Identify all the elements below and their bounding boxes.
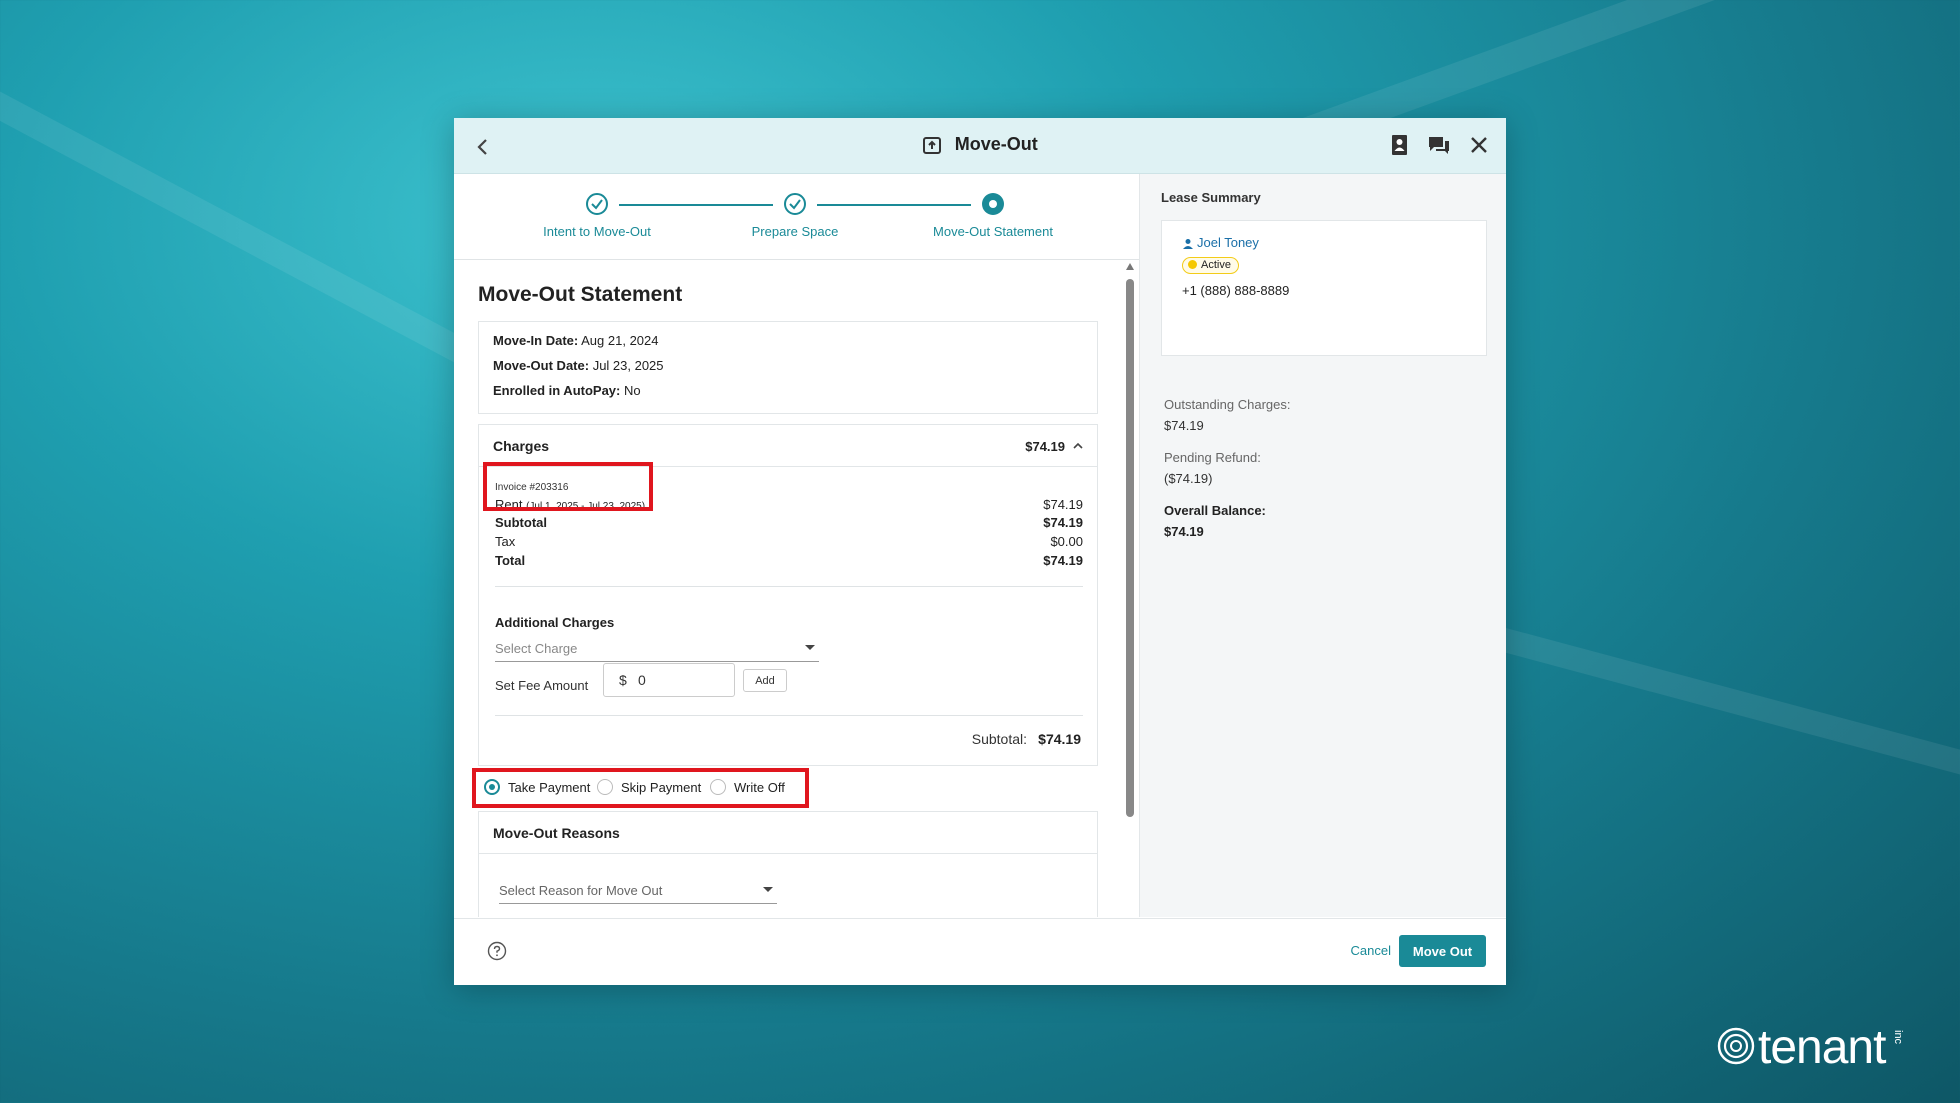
current-step-icon (981, 192, 1005, 216)
tenant-phone: +1 (888) 888-8889 (1182, 283, 1290, 298)
modal-title: Move-Out (954, 134, 1038, 154)
charges-header-total: $74.19 (1025, 439, 1065, 454)
tenant-inc-logo: tenant inc (1716, 1020, 1916, 1074)
move-out-value: Jul 23, 2025 (592, 358, 664, 373)
progress-stepper: Intent to Move-Out Prepare Space Move-Ou… (454, 174, 1139, 260)
step-statement[interactable]: Move-Out Statement (913, 192, 1073, 239)
dollar-sign: $ (619, 672, 627, 688)
caret-down-icon (763, 887, 773, 892)
close-icon[interactable] (1466, 132, 1492, 158)
step-intent[interactable]: Intent to Move-Out (517, 192, 677, 239)
step-prepare[interactable]: Prepare Space (715, 192, 875, 239)
footer-subtotal-value: $74.19 (1038, 731, 1081, 747)
caret-down-icon (805, 645, 815, 650)
select-charge-placeholder: Select Charge (495, 641, 578, 656)
statement-scroll-area[interactable]: Move-Out Statement Move-In Date: Aug 21,… (454, 261, 1139, 917)
divider (495, 586, 1083, 587)
status-text: Active (1201, 259, 1231, 271)
autopay-value: No (623, 383, 641, 398)
modal-header: Move-Out (454, 118, 1506, 174)
subtotal-label: Subtotal (495, 515, 547, 530)
autopay-label: Enrolled in AutoPay: (493, 383, 621, 398)
tax-amount: $0.00 (1050, 534, 1083, 549)
overall-balance-label: Overall Balance: (1164, 503, 1266, 518)
modal-title-group: Move-Out (454, 134, 1506, 155)
move-in-row: Move-In Date: Aug 21, 2024 (493, 333, 659, 348)
tenant-name-link[interactable]: Joel Toney (1182, 235, 1259, 250)
chat-icon[interactable] (1426, 132, 1452, 158)
rent-amount: $74.19 (1043, 497, 1083, 512)
lease-summary-panel: Lease Summary Joel Toney Active +1 (888)… (1139, 174, 1506, 917)
move-out-button[interactable]: Move Out (1399, 935, 1486, 967)
scroll-up-arrow-icon[interactable] (1126, 263, 1134, 270)
logo-wordmark: tenant (1758, 1021, 1886, 1074)
pending-refund-label: Pending Refund: (1164, 450, 1261, 465)
status-dot (1188, 259, 1197, 269)
outstanding-value: $74.19 (1164, 418, 1204, 433)
step-label: Move-Out Statement (933, 224, 1053, 239)
move-out-row: Move-Out Date: Jul 23, 2025 (493, 358, 664, 373)
tenant-name: Joel Toney (1197, 235, 1259, 250)
tax-row: Tax $0.00 (495, 534, 1083, 549)
main-panel: Intent to Move-Out Prepare Space Move-Ou… (454, 174, 1139, 917)
lease-summary-title: Lease Summary (1161, 190, 1261, 205)
tenant-card: Joel Toney Active +1 (888) 888-8889 (1161, 220, 1487, 356)
scrollbar-thumb[interactable] (1126, 279, 1134, 817)
box-arrow-icon (922, 135, 942, 155)
tax-label: Tax (495, 534, 516, 549)
autopay-row: Enrolled in AutoPay: No (493, 383, 641, 398)
dates-card: Move-In Date: Aug 21, 2024 Move-Out Date… (478, 321, 1098, 414)
footer-subtotal-label: Subtotal: (971, 731, 1027, 747)
cancel-button[interactable]: Cancel (1351, 943, 1391, 958)
fee-amount-value: 0 (638, 672, 646, 688)
move-out-label: Move-Out Date: (493, 358, 590, 373)
reasons-title: Move-Out Reasons (493, 825, 620, 841)
logo-swirl-icon (1716, 1026, 1756, 1066)
invoice-highlight-box (483, 462, 653, 511)
select-reason-placeholder: Select Reason for Move Out (499, 883, 663, 898)
contact-card-icon[interactable] (1386, 132, 1412, 158)
move-in-label: Move-In Date: (493, 333, 579, 348)
divider (495, 715, 1083, 716)
step-label: Prepare Space (751, 224, 839, 239)
pending-refund-value: ($74.19) (1164, 471, 1213, 486)
total-label: Total (495, 553, 526, 568)
select-reason-dropdown[interactable]: Select Reason for Move Out (499, 874, 777, 904)
check-circle-icon (585, 192, 609, 216)
help-icon[interactable] (487, 941, 507, 961)
total-amount: $74.19 (1043, 553, 1083, 568)
check-circle-icon (783, 192, 807, 216)
header-actions (1386, 132, 1492, 158)
reasons-header: Move-Out Reasons (479, 812, 1097, 854)
person-icon (1182, 238, 1194, 250)
scrollbar[interactable] (1126, 263, 1134, 823)
overall-balance-value: $74.19 (1164, 524, 1204, 539)
payment-highlight-box (472, 768, 809, 808)
logo-suffix: inc (1892, 1030, 1904, 1045)
charges-header[interactable]: Charges $74.19 (479, 425, 1097, 467)
fee-amount-label: Set Fee Amount (495, 678, 589, 693)
modal-footer: Cancel Move Out (454, 918, 1506, 985)
page-title: Move-Out Statement (478, 283, 683, 306)
status-badge: Active (1182, 257, 1239, 274)
subtotal-row: Subtotal $74.19 (495, 515, 1083, 530)
add-fee-button[interactable]: Add (743, 669, 787, 692)
fee-amount-input[interactable]: $ 0 (603, 663, 735, 697)
chevron-up-icon[interactable] (1071, 439, 1085, 453)
outstanding-label: Outstanding Charges: (1164, 397, 1291, 412)
charges-title: Charges (493, 438, 550, 454)
total-row: Total $74.19 (495, 553, 1083, 568)
select-charge-dropdown[interactable]: Select Charge (495, 632, 819, 662)
additional-charges-title: Additional Charges (495, 615, 615, 630)
subtotal-amount: $74.19 (1043, 515, 1083, 530)
move-in-value: Aug 21, 2024 (581, 333, 659, 348)
move-out-modal: Move-Out Intent to Move-Out Prepare Spac… (454, 118, 1506, 985)
move-out-reasons-card: Move-Out Reasons Select Reason for Move … (478, 811, 1098, 917)
step-label: Intent to Move-Out (543, 224, 651, 239)
